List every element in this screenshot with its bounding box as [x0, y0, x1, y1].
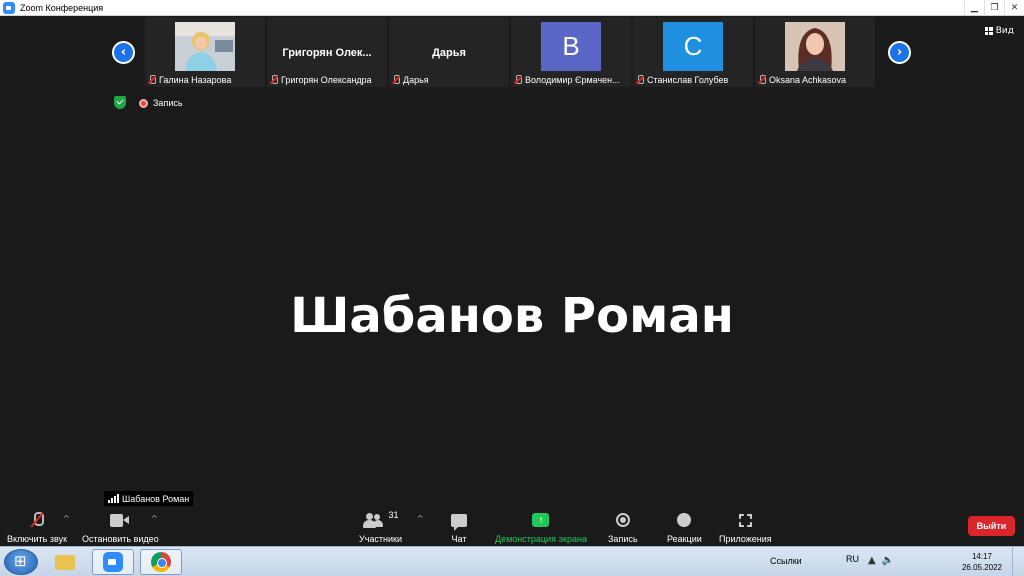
recording-indicator: Запись	[139, 98, 183, 108]
muted-mic-icon	[636, 75, 644, 85]
participant-avatar: C	[663, 22, 723, 71]
windows-taskbar: Ссылки RU ▲ 🔈 14:17 26.05.2022	[0, 546, 1024, 576]
leave-button[interactable]: Выйти	[968, 516, 1015, 536]
view-button[interactable]: Вид	[984, 26, 1014, 36]
folder-icon	[55, 554, 75, 570]
participant-center-name: Григорян Олек...	[282, 47, 372, 59]
reactions-button[interactable]: Реакции	[667, 508, 702, 544]
emoji-reaction-icon	[677, 513, 692, 527]
participant-tile[interactable]: C Станислав Голубев	[633, 17, 753, 87]
participants-options-caret[interactable]: ^	[417, 514, 424, 523]
stop-video-button[interactable]: Остановить видео	[82, 508, 159, 544]
view-label: Вид	[995, 26, 1014, 36]
participants-count: 31	[388, 510, 399, 520]
system-clock[interactable]: 14:17 26.05.2022	[960, 551, 1004, 573]
audio-options-caret[interactable]: ^	[63, 514, 70, 523]
participant-name: Григорян Олександра	[281, 75, 372, 85]
video-options-caret[interactable]: ^	[151, 514, 158, 523]
language-indicator[interactable]: RU	[846, 554, 859, 564]
taskbar-explorer[interactable]	[44, 549, 86, 575]
participant-tile[interactable]: Галина Назарова	[145, 17, 265, 87]
reactions-label: Реакции	[667, 534, 702, 544]
muted-mic-icon	[758, 75, 766, 85]
unmute-label: Включить звук	[7, 534, 68, 544]
stop-video-label: Остановить видео	[82, 534, 159, 544]
close-button[interactable]: ✕	[1004, 0, 1024, 15]
clock-time: 14:17	[971, 552, 993, 561]
zoom-app-icon	[3, 1, 15, 14]
volume-icon[interactable]: 🔈	[882, 555, 894, 566]
chrome-icon	[151, 552, 171, 572]
participant-tile[interactable]: Григорян Олек... Григорян Олександра	[267, 17, 387, 87]
grid-view-icon	[984, 27, 993, 35]
recording-dot-icon	[139, 98, 148, 108]
title-bar: Zoom Конференция ▁ ❐ ✕	[0, 0, 1024, 16]
chat-label: Чат	[451, 534, 467, 544]
window-controls: ▁ ❐ ✕	[964, 0, 1024, 15]
muted-mic-icon	[514, 75, 522, 85]
active-speaker-name: Шабанов Роман	[290, 288, 734, 344]
participant-tile[interactable]: Дарья Дарья	[389, 17, 509, 87]
record-label: Запись	[608, 534, 638, 544]
participant-name: Володимир Єрмачен...	[525, 75, 620, 85]
start-button[interactable]	[4, 549, 38, 575]
apps-button[interactable]: Приложения	[719, 508, 772, 544]
signal-bars-icon	[108, 494, 119, 503]
chat-button[interactable]: Чат	[451, 508, 467, 544]
taskbar-chrome[interactable]	[140, 549, 182, 575]
minimize-button[interactable]: ▁	[964, 0, 984, 15]
clock-date: 26.05.2022	[961, 563, 1003, 572]
muted-mic-icon	[148, 75, 156, 85]
tray-expand-icon[interactable]: ▲	[868, 555, 876, 566]
unmute-button[interactable]: Включить звук	[7, 508, 67, 544]
participants-label: Участники	[359, 534, 402, 544]
share-screen-icon: ↑	[532, 513, 550, 527]
participant-center-name: Дарья	[432, 47, 466, 59]
participants-button[interactable]: 31 Участники	[359, 508, 402, 544]
participants-icon	[362, 512, 384, 528]
participant-name: Дарья	[403, 75, 429, 85]
participant-name: Станислав Голубев	[647, 75, 729, 85]
self-name-tag: Шабанов Роман	[104, 491, 194, 506]
muted-microphone-icon	[31, 511, 45, 529]
apps-label: Приложения	[719, 534, 772, 544]
zoom-window: Zoom Конференция ▁ ❐ ✕ ‹ Галина Назарова…	[0, 0, 1024, 576]
security-shield-icon[interactable]	[114, 96, 126, 109]
record-button[interactable]: Запись	[608, 508, 638, 544]
taskbar-zoom[interactable]	[92, 549, 134, 575]
record-icon	[615, 513, 630, 527]
zoom-icon	[103, 552, 123, 572]
share-screen-label: Демонстрация экрана	[495, 534, 587, 544]
restore-button[interactable]: ❐	[984, 0, 1004, 15]
participant-name: Oksana Achkasova	[769, 75, 847, 85]
system-tray: ▲ 🔈	[868, 555, 894, 566]
participant-photo	[175, 22, 235, 71]
meeting-toolbar: Включить звук ^ Остановить видео ^ 31 Уч…	[0, 506, 1024, 546]
participant-photo	[785, 22, 845, 71]
chat-bubble-icon	[451, 513, 467, 531]
recording-label: Запись	[153, 98, 183, 108]
participant-tile[interactable]: B Володимир Єрмачен...	[511, 17, 631, 87]
participant-name: Галина Назарова	[159, 75, 232, 85]
muted-mic-icon	[392, 75, 400, 85]
links-toolbar[interactable]: Ссылки	[770, 556, 802, 566]
video-camera-icon	[110, 513, 130, 527]
muted-mic-icon	[270, 75, 278, 85]
self-name: Шабанов Роман	[122, 493, 190, 504]
participant-tile[interactable]: Oksana Achkasova	[755, 17, 875, 87]
share-screen-button[interactable]: ↑ Демонстрация экрана	[495, 508, 587, 544]
strip-prev-button[interactable]: ‹	[112, 41, 135, 64]
participant-strip: Галина Назарова Григорян Олек... Григоря…	[145, 17, 878, 87]
show-desktop-button[interactable]	[1012, 547, 1024, 576]
apps-icon	[738, 513, 752, 527]
window-title: Zoom Конференция	[20, 2, 104, 13]
participant-avatar: B	[541, 22, 601, 71]
strip-next-button[interactable]: ›	[888, 41, 911, 64]
